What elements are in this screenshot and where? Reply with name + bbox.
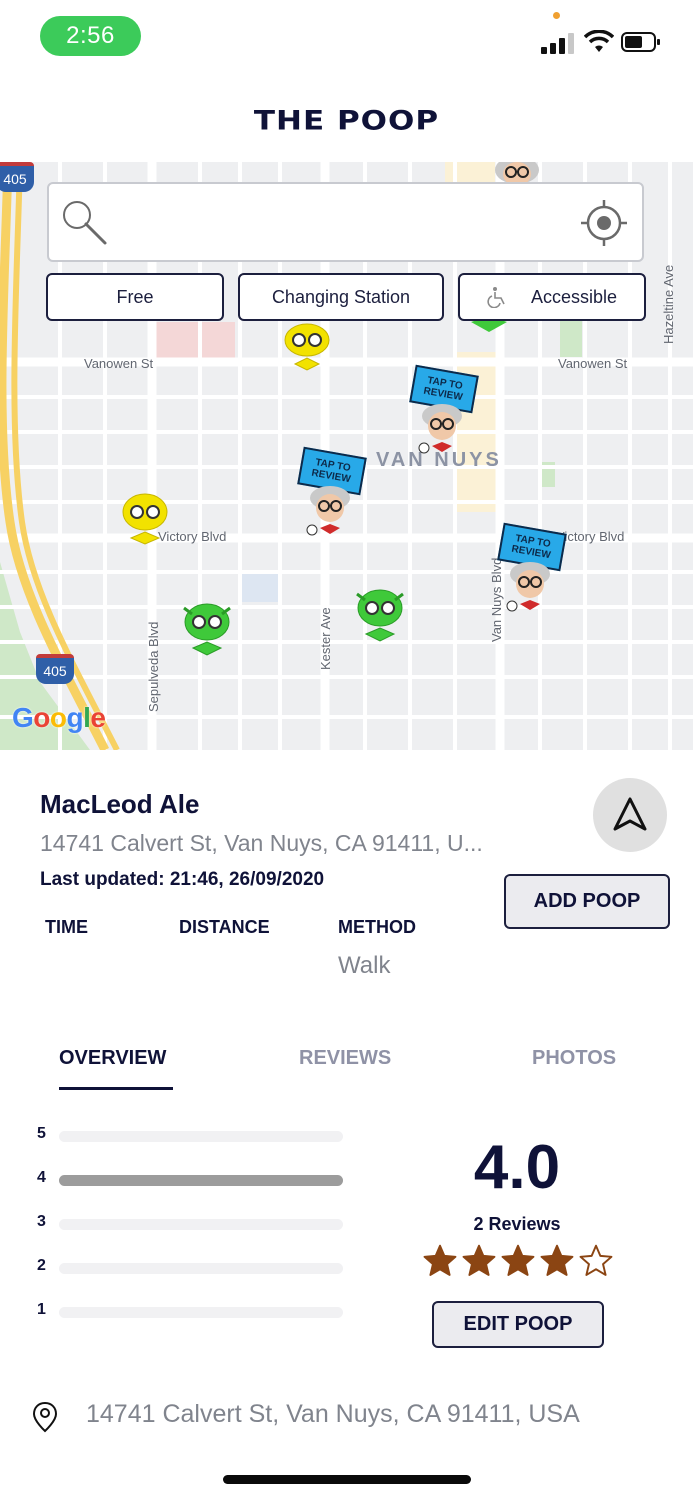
street-label-vanowen: Vanowen St (84, 356, 154, 371)
rating-bar-track (59, 1307, 343, 1318)
privacy-indicator (553, 12, 560, 19)
place-name: MacLeod Ale (40, 789, 200, 819)
filter-free[interactable]: Free (46, 273, 224, 321)
navigate-button[interactable] (593, 778, 667, 852)
edit-poop-button[interactable]: EDIT POOP (432, 1301, 604, 1348)
rating-bar-row: 4 (37, 1169, 347, 1189)
rating-bar-label: 2 (37, 1257, 46, 1274)
tap-to-review-pin[interactable]: TAP TO REVIEW (297, 446, 368, 538)
last-updated: Last updated: 21:46, 26/09/2020 (40, 869, 325, 890)
stat-header-method: METHOD (338, 917, 416, 937)
rating-bar-label: 3 (37, 1213, 46, 1230)
review-count: 2 Reviews (473, 1214, 561, 1234)
rating-bar-row: 3 (37, 1213, 347, 1233)
highway-405-shield: 405 (0, 162, 34, 192)
navigation-arrow-icon (613, 797, 647, 831)
battery-icon (621, 32, 660, 52)
tab-overview[interactable]: OVERVIEW (59, 1047, 166, 1070)
star-filled-icon (462, 1244, 496, 1276)
app-title: THE POOP (253, 105, 440, 137)
google-logo: Google (12, 702, 106, 733)
average-rating: 4.0 (473, 1133, 561, 1202)
wifi-icon (584, 30, 614, 52)
rating-bar-fill (59, 1175, 343, 1186)
star-rating (422, 1243, 614, 1281)
stat-header-distance: DISTANCE (179, 917, 270, 937)
locate-me-icon[interactable] (579, 198, 629, 248)
wheelchair-icon (487, 287, 505, 308)
cellular-signal-icon (541, 30, 575, 54)
rating-bar-track (59, 1175, 343, 1186)
street-label-sepulveda: Sepulveda Blvd (146, 621, 161, 712)
location-pin-icon (32, 1401, 58, 1433)
rating-bar-row: 1 (37, 1301, 347, 1321)
rating-bar-track (59, 1131, 343, 1142)
filter-label: Accessible (530, 286, 618, 307)
street-label-vanowen: Vanowen St (558, 356, 628, 371)
filter-changing-station[interactable]: Changing Station (238, 273, 444, 321)
rating-bar-label: 1 (37, 1301, 46, 1318)
tap-to-review-pin[interactable]: TAP TO REVIEW (497, 522, 568, 614)
rating-bar-label: 5 (37, 1125, 46, 1142)
filter-label: Free (116, 286, 154, 307)
place-address: 14741 Calvert St, Van Nuys, CA 91411, U.… (40, 830, 483, 856)
status-time: 2:56 (40, 16, 141, 56)
star-filled-icon (540, 1244, 574, 1276)
search-field[interactable] (119, 198, 573, 248)
rating-bar-row: 5 (37, 1125, 347, 1145)
street-label-kester: Kester Ave (318, 607, 333, 670)
filter-label: Changing Station (271, 286, 411, 307)
stat-header-time: TIME (45, 917, 88, 937)
star-filled-icon (501, 1244, 535, 1276)
search-icon[interactable] (60, 198, 110, 248)
add-poop-button[interactable]: ADD POOP (504, 874, 670, 929)
rating-bar-label: 4 (37, 1169, 46, 1186)
tap-to-review-pin[interactable]: TAP TO REVIEW (409, 364, 480, 456)
star-filled-icon (423, 1244, 457, 1276)
rating-bar-row: 2 (37, 1257, 347, 1277)
active-tab-indicator (59, 1087, 173, 1090)
search-input[interactable] (47, 182, 644, 262)
rating-bar-track (59, 1219, 343, 1230)
street-label-hazeltine: Hazeltine Ave (661, 264, 676, 344)
tab-photos[interactable]: PHOTOS (532, 1047, 616, 1070)
method-value: Walk (338, 952, 391, 979)
full-address: 14741 Calvert St, Van Nuys, CA 91411, US… (86, 1400, 580, 1428)
filter-accessible[interactable]: Accessible (458, 273, 646, 321)
tab-reviews[interactable]: REVIEWS (299, 1047, 391, 1070)
star-empty-icon (579, 1244, 613, 1276)
highway-405-shield: 405 (36, 654, 74, 684)
rating-bar-track (59, 1263, 343, 1274)
home-indicator[interactable] (223, 1475, 471, 1484)
